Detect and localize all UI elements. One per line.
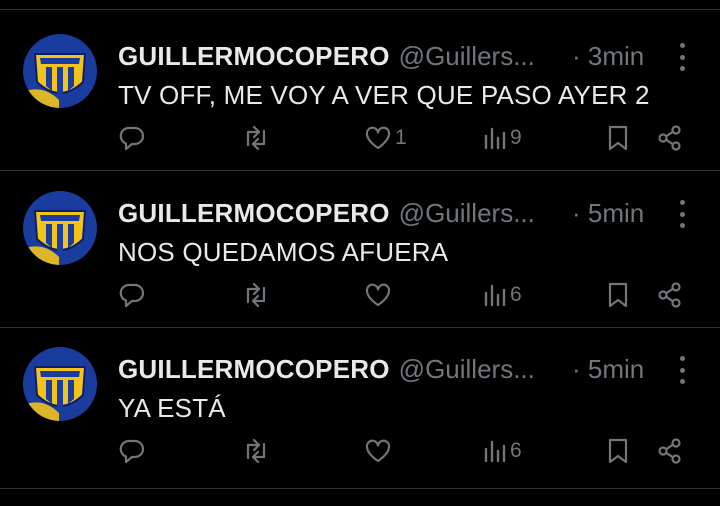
tweet-card[interactable]: GUILLERMOCOPERO @Guillers... · 5min NOS …: [0, 167, 720, 322]
repost-button[interactable]: [241, 120, 271, 156]
vertical-ellipsis-icon[interactable]: [672, 200, 692, 228]
reply-button[interactable]: [118, 433, 146, 469]
display-name[interactable]: GUILLERMOCOPERO: [118, 354, 390, 385]
repost-arrows-icon: [246, 282, 266, 308]
avatar[interactable]: [23, 191, 97, 265]
club-crest-avatar-image: [23, 347, 97, 421]
tweet-text: YA ESTÁ: [118, 393, 226, 423]
tweet-header: GUILLERMOCOPERO @Guillers...: [118, 349, 535, 389]
like-count: 1: [395, 126, 407, 149]
action-bar: 6: [0, 433, 720, 469]
views-button[interactable]: 6: [483, 277, 522, 313]
tweet-card[interactable]: GUILLERMOCOPERO @Guillers... · 5min YA E…: [0, 323, 720, 478]
bar-chart-icon: [484, 284, 506, 307]
display-name[interactable]: GUILLERMOCOPERO: [118, 41, 390, 72]
timestamp[interactable]: · 3min: [572, 36, 644, 76]
heart-outline-icon: [365, 283, 391, 307]
repost-button[interactable]: [241, 277, 271, 313]
avatar[interactable]: [23, 347, 97, 421]
bookmark-button[interactable]: [607, 433, 629, 469]
reply-button[interactable]: [118, 277, 146, 313]
share-nodes-icon: [658, 125, 681, 151]
vertical-ellipsis-icon[interactable]: [672, 43, 692, 71]
views-button[interactable]: 6: [483, 433, 522, 469]
bookmark-button[interactable]: [607, 120, 629, 156]
bookmark-icon: [608, 282, 628, 308]
club-crest-avatar-image: [23, 191, 97, 265]
vertical-ellipsis-icon[interactable]: [672, 356, 692, 384]
tweet-text: TV OFF, ME VOY A VER QUE PASO AYER 2: [118, 80, 650, 110]
share-button[interactable]: [656, 277, 684, 313]
tweet-card[interactable]: GUILLERMOCOPERO @Guillers... · 3min TV O…: [0, 10, 720, 165]
timestamp[interactable]: · 5min: [572, 349, 644, 389]
tweet-header: GUILLERMOCOPERO @Guillers...: [118, 193, 535, 233]
view-count: 6: [510, 439, 522, 462]
like-button[interactable]: 1: [364, 120, 407, 156]
tweet-header: GUILLERMOCOPERO @Guillers...: [118, 36, 535, 76]
user-handle[interactable]: @Guillers...: [399, 354, 535, 385]
speech-bubble-icon: [119, 126, 145, 151]
repost-arrows-icon: [246, 438, 266, 464]
repost-button[interactable]: [241, 433, 271, 469]
view-count: 6: [510, 283, 522, 306]
bar-chart-icon: [484, 440, 506, 463]
user-handle[interactable]: @Guillers...: [399, 198, 535, 229]
heart-outline-icon: [365, 439, 391, 463]
bookmark-icon: [608, 438, 628, 464]
share-nodes-icon: [658, 282, 681, 308]
like-button[interactable]: [364, 277, 395, 313]
reply-button[interactable]: [118, 120, 146, 156]
view-count: 9: [510, 126, 522, 149]
timeline-feed: GUILLERMOCOPERO @Guillers... · 3min TV O…: [0, 0, 720, 506]
avatar[interactable]: [23, 34, 97, 108]
views-button[interactable]: 9: [483, 120, 522, 156]
club-crest-avatar-image: [23, 34, 97, 108]
user-handle[interactable]: @Guillers...: [399, 41, 535, 72]
timestamp[interactable]: · 5min: [572, 193, 644, 233]
divider: [0, 488, 720, 489]
share-nodes-icon: [658, 438, 681, 464]
heart-outline-icon: [365, 126, 391, 150]
speech-bubble-icon: [119, 283, 145, 308]
bookmark-icon: [608, 125, 628, 151]
speech-bubble-icon: [119, 439, 145, 464]
action-bar: 1 9: [0, 120, 720, 156]
bar-chart-icon: [484, 127, 506, 150]
share-button[interactable]: [656, 433, 684, 469]
like-button[interactable]: [364, 433, 395, 469]
bookmark-button[interactable]: [607, 277, 629, 313]
action-bar: 6: [0, 277, 720, 313]
share-button[interactable]: [656, 120, 684, 156]
repost-arrows-icon: [246, 125, 266, 151]
display-name[interactable]: GUILLERMOCOPERO: [118, 198, 390, 229]
tweet-text: NOS QUEDAMOS AFUERA: [118, 237, 449, 267]
